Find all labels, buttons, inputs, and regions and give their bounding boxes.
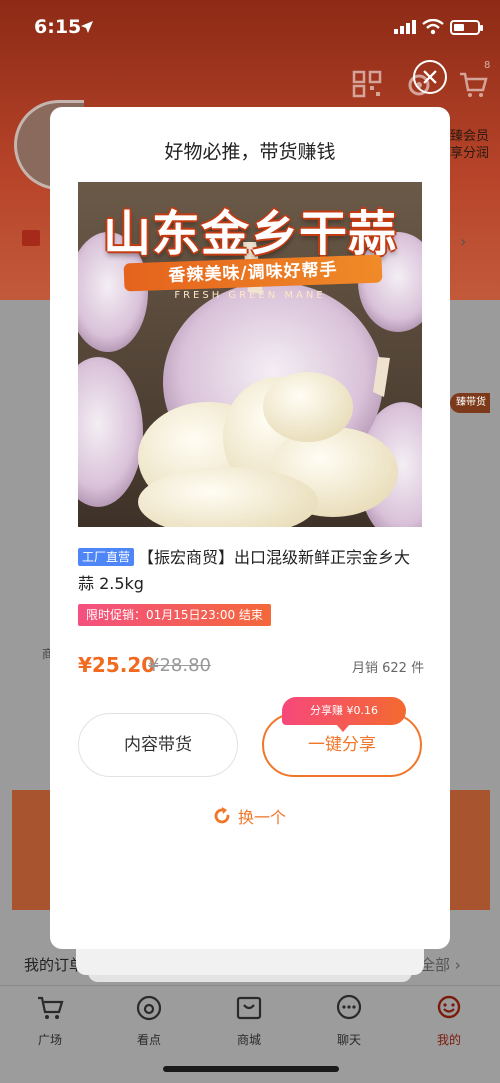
member-subtitle: 享分润 [450, 146, 490, 161]
refresh-button[interactable]: 换一个 [212, 804, 286, 828]
refresh-label: 换一个 [238, 808, 287, 827]
modal-stack-shadow [76, 945, 424, 975]
banner-right [450, 790, 490, 910]
monthly-sales: 月销 622 件 [352, 661, 425, 676]
tab-label: 聊天 [336, 1033, 361, 1047]
original-price: ¥28.80 [148, 655, 211, 676]
tab-label: 商城 [236, 1033, 261, 1047]
modal-title: 好物必推，带货赚钱 [164, 141, 336, 163]
chat-icon [336, 994, 362, 1020]
tab-highlights[interactable]: 看点 [119, 994, 179, 1048]
share-earn-badge: 分享赚 ¥0.16 [282, 697, 406, 732]
cart-icon [38, 996, 64, 1019]
all-orders-link[interactable]: 全部 › [420, 954, 461, 975]
status-bar: 6:15 [0, 0, 500, 60]
signal-icon [394, 20, 416, 34]
location-arrow-icon [81, 21, 93, 33]
tab-mall[interactable]: 商城 [219, 994, 279, 1048]
wifi-icon [422, 19, 444, 35]
current-price: ¥25.20 [78, 653, 156, 677]
eye-icon [136, 995, 162, 1021]
my-orders-label[interactable]: 我的订单 [24, 954, 84, 975]
shop-icon [236, 996, 262, 1020]
image-headline: 山东金乡干蒜 [102, 206, 397, 262]
tab-square[interactable]: 广场 [20, 994, 80, 1048]
member-label[interactable]: 臻会员 享分润 [450, 128, 489, 162]
tab-me[interactable]: 我的 [419, 994, 479, 1048]
promo-tag[interactable]: 臻带货 [450, 393, 490, 413]
factory-direct-tag: 工厂直营 [78, 548, 135, 566]
refresh-icon [214, 807, 230, 824]
tab-label: 广场 [37, 1033, 62, 1047]
product-image[interactable]: 山东金乡干蒜 香辣美味/调味好帮手 FRESH GREEN MANE [78, 182, 422, 527]
tab-label: 看点 [136, 1033, 161, 1047]
cart-count-badge: 8 [484, 60, 491, 71]
chevron-right-icon[interactable]: › [460, 232, 466, 251]
member-title: 臻会员 [450, 129, 490, 144]
cart-icon[interactable] [458, 70, 488, 98]
tab-label: 我的 [436, 1033, 461, 1047]
banner-left [12, 790, 52, 910]
share-modal: 好物必推，带货赚钱 山东金乡干蒜 香辣美味/调味好帮手 FRESH GREEN … [50, 107, 450, 949]
qr-code-icon[interactable] [352, 70, 382, 98]
promo-countdown-tag: 限时促销：01月15日23:00 结束 [78, 604, 271, 626]
menu-icon[interactable] [22, 230, 40, 246]
all-orders-label: 全部 [420, 956, 451, 974]
status-time: 6:15 [34, 16, 82, 38]
image-subtitle: FRESH GREEN MANE [174, 290, 326, 301]
battery-icon [450, 20, 483, 35]
home-indicator [163, 1066, 339, 1072]
product-title[interactable]: 工厂直营 【振宏商贸】出口混级新鲜正宗金乡大蒜 2.5kg [78, 545, 424, 597]
tab-chat[interactable]: 聊天 [319, 994, 379, 1048]
profile-icon [437, 995, 461, 1019]
close-icon[interactable] [413, 60, 447, 94]
content-promote-button[interactable]: 内容带货 [78, 713, 238, 777]
